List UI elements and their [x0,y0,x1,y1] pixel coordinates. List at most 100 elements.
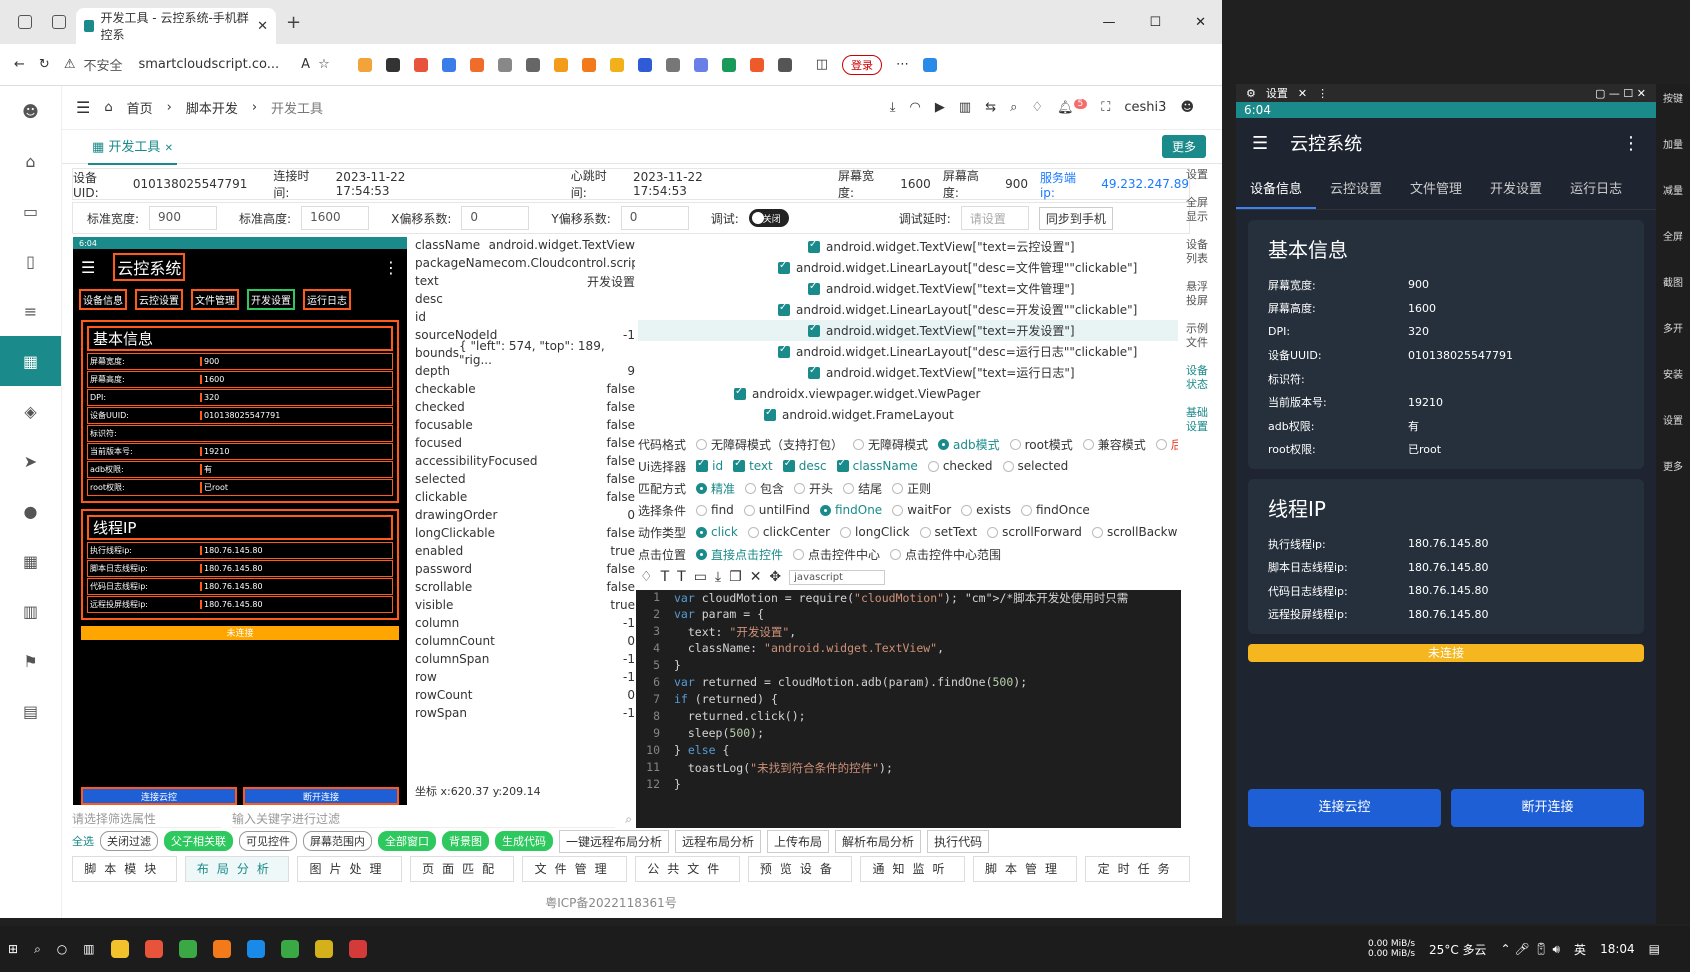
radio-icon[interactable] [961,504,973,516]
emulator-tab[interactable]: 运行日志 [1556,168,1636,209]
phone-tab[interactable]: 文件管理 [191,289,239,310]
radio-icon[interactable] [843,482,855,494]
emulator-tab[interactable]: 文件管理 [1396,168,1476,209]
tree-node[interactable]: android.widget.FrameLayout [638,404,1178,425]
nav-button[interactable]: 文件管理 [522,856,627,882]
filter-attribute-select[interactable]: 请选择筛选属性 [72,810,222,828]
extension-icon[interactable] [469,57,484,72]
option-item[interactable]: setText [919,525,977,539]
option-item[interactable]: exists [961,503,1011,517]
x-offset-input[interactable]: 0 [461,206,530,230]
tree-node[interactable]: androidx.viewpager.widget.ViewPager [638,383,1178,404]
search-icon[interactable]: ⌕ [34,942,41,957]
option-item[interactable]: className [836,458,918,473]
read-aloud-icon[interactable]: A [301,57,310,72]
checkbox-icon[interactable] [808,323,820,337]
weather[interactable]: 25°C 多云 [1429,941,1486,958]
nav-button[interactable]: 预览设备 [747,856,853,882]
radio-icon[interactable] [987,526,999,538]
tray-icons[interactable]: ⌃ 🎤︎ 🔋︎ 🔊︎ [1501,942,1561,957]
phone-connect-button[interactable]: 连接云控 [81,787,237,805]
sidebar-item[interactable]: 全屏显示 [1182,196,1212,224]
option-item[interactable]: root模式 [1009,436,1073,453]
nav-button[interactable]: 通知监听 [860,856,965,882]
checkbox-icon[interactable] [808,365,820,379]
emulator-tab[interactable]: 开发设置 [1476,168,1556,209]
grid-icon[interactable]: ▦ [0,536,61,586]
radio-icon[interactable] [794,482,806,494]
favorite-star-icon[interactable]: ☆ [318,57,330,72]
sync-to-phone-button[interactable]: 同步到手机 [1038,206,1113,230]
maximize-icon[interactable]: ☐ [1149,15,1161,30]
filter-chip[interactable]: 背景图 [442,831,489,851]
emulator-rail-item[interactable]: 全屏 [1656,222,1690,268]
extension-icon[interactable] [637,57,652,72]
action-button[interactable]: 一键远程布局分析 [559,829,670,853]
search-icon[interactable]: ⌕ [1010,100,1017,115]
option-item[interactable]: 点击控件中心范围 [890,546,1001,563]
extension-icon[interactable] [385,57,400,72]
option-item[interactable]: 开头 [794,480,833,497]
radio-icon[interactable] [938,438,950,450]
radio-icon[interactable] [919,526,931,538]
emulator-disconnect-button[interactable]: 断开连接 [1451,789,1644,827]
option-item[interactable]: selected [1002,459,1068,473]
checkbox-icon[interactable] [733,458,746,472]
extension-icon[interactable] [665,57,680,72]
more-icon[interactable]: ⋮ [1622,133,1640,154]
tree-node[interactable]: android.widget.LinearLayout["desc=开发设置""… [638,299,1178,320]
translate-icon[interactable]: ⇆ [985,100,996,115]
tag-icon[interactable]: ◈ [0,386,61,436]
chrome-icon[interactable] [178,940,197,958]
close-icon[interactable]: ✕ [750,569,762,585]
minimize-icon[interactable]: — [1102,15,1115,30]
radio-icon[interactable] [1009,438,1021,450]
close-window-icon[interactable]: ✕ [1195,15,1206,30]
emulator-connect-button[interactable]: 连接云控 [1248,789,1441,827]
radio-icon[interactable] [1082,438,1094,450]
stack-icon[interactable]: ≡ [0,286,61,336]
recorder-icon[interactable] [348,940,367,958]
radio-icon[interactable] [696,548,708,560]
option-item[interactable]: 精准 [696,480,735,497]
firefox-icon[interactable] [212,940,231,958]
phone-preview[interactable]: 6:04 ☰ 云控系统 ⋮ 设备信息 云控设置 文件管理 开发设置 运行日志 基本信息 屏幕… [73,237,407,805]
shirt-icon[interactable]: ♢ [640,569,653,585]
phone-tab[interactable]: 运行日志 [303,289,351,310]
nav-button[interactable]: 脚本管理 [972,856,1078,882]
filter-chip[interactable]: 父子相关联 [164,831,233,851]
tree-node[interactable]: android.widget.TextView["text=运行日志"] [638,362,1178,383]
checkbox-icon[interactable] [782,458,795,472]
sidebar-item[interactable]: 设备状态 [1182,364,1212,392]
app-icon[interactable] [314,940,333,958]
filter-chip[interactable]: 生成代码 [495,831,553,851]
radio-icon[interactable] [892,504,904,516]
building-icon[interactable]: ▥ [0,586,61,636]
option-item[interactable]: 直接点击控件 [696,546,783,563]
checkbox-icon[interactable] [808,239,820,253]
split-screen-icon[interactable]: ◫ [816,57,828,72]
emulator-rail-item[interactable]: 加量 [1656,130,1690,176]
option-item[interactable]: scrollBackward [1091,525,1178,539]
checkbox-icon[interactable] [778,344,790,358]
extension-icon[interactable] [413,57,428,72]
nav-button[interactable]: 定时任务 [1085,856,1190,882]
shirt-icon[interactable]: ♢ [1031,100,1043,115]
checkbox-icon[interactable] [836,458,849,472]
text-size-icon[interactable]: T [661,569,670,585]
checkbox-icon[interactable] [1002,460,1014,472]
browser-tab[interactable]: 开发工具 - 云控系统-手机群控系 ✕ [76,8,276,44]
phone-tab[interactable]: 开发设置 [247,289,295,310]
app-icon[interactable] [144,940,163,958]
radio-icon[interactable] [743,504,755,516]
sidebar-item[interactable]: 设置 [1182,168,1212,182]
bell-icon[interactable]: 🔔︎ 5 [1057,99,1088,116]
option-item[interactable]: 兼容模式 [1082,436,1146,453]
std-width-input[interactable]: 900 [149,206,218,230]
extension-icon[interactable] [525,57,540,72]
option-item[interactable]: 结尾 [843,480,882,497]
checkbox-icon[interactable] [778,302,790,316]
extension-icon[interactable] [721,57,736,72]
extension-icon[interactable] [441,57,456,72]
option-item[interactable]: findOne [819,503,882,517]
